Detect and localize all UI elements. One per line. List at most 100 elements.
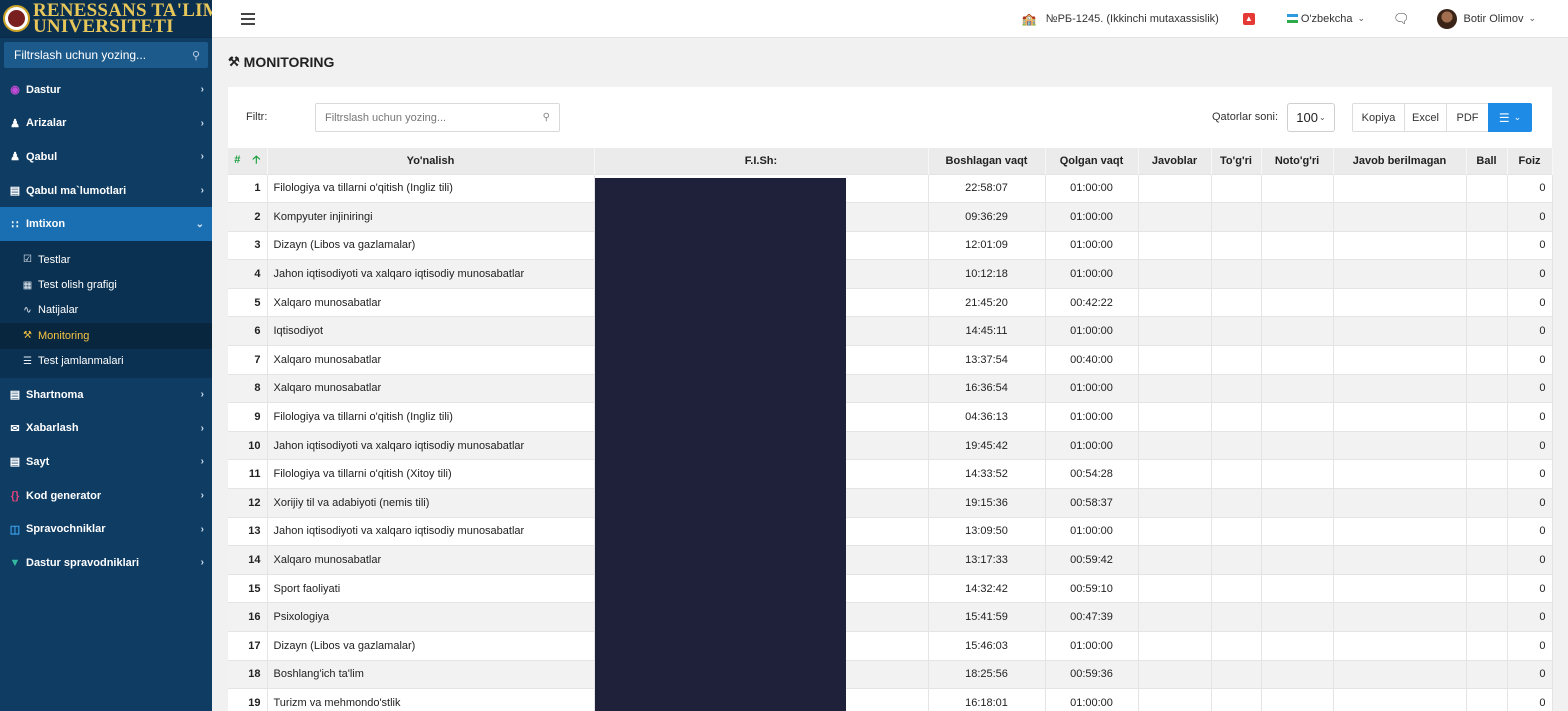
column-header-number[interactable]: # 🡡 — [228, 148, 268, 174]
table-row[interactable]: 14 Xalqaro munosabatlar 13:17:33 00:59:42 0 — [228, 545, 1553, 575]
sidebar-item-dastur-spravodniklari[interactable]: ▼ Dastur spravodniklari › — [0, 546, 212, 580]
rows-count-select[interactable]: 100 ⌄ — [1287, 103, 1335, 132]
chevron-right-icon: › — [200, 117, 204, 129]
column-header-fish[interactable]: F.I.Sh: — [594, 148, 929, 174]
table-row[interactable]: 4 Jahon iqtisodiyoti va xalqaro iqtisodiy… — [228, 259, 1553, 289]
column-header-yonalish[interactable]: Yo'nalish — [267, 148, 595, 174]
chevron-down-icon: ⌄ — [1357, 13, 1366, 23]
menu-toggle-icon[interactable] — [241, 12, 255, 25]
cell-yonalish: Jahon iqtisodiyoti va xalqaro iqtisodiy … — [267, 516, 595, 546]
column-header-time-left[interactable]: Qolgan vaqt — [1045, 148, 1139, 174]
cell-score — [1466, 688, 1508, 711]
pdf-button[interactable]: PDF — [1446, 103, 1489, 132]
column-visibility-button[interactable]: ☰ ⌄ — [1488, 103, 1532, 132]
cell-time-left: 01:00:00 — [1045, 402, 1139, 432]
monitoring-icon: ⚒ — [228, 54, 240, 69]
table-row[interactable]: 7 Xalqaro munosabatlar 13:37:54 00:40:00 0 — [228, 345, 1553, 375]
cell-number: 10 — [228, 430, 268, 460]
language-selector[interactable]: O'zbekcha ⌄ — [1286, 12, 1366, 25]
table-header-row: # 🡡 Yo'nalish F.I.Sh: Boshlagan vaqt Qolg… — [228, 148, 1553, 174]
cell-time-left: 01:00:00 — [1045, 230, 1139, 260]
cell-answers — [1138, 202, 1212, 232]
table-row[interactable]: 15 Sport faoliyati 14:32:42 00:59:10 0 — [228, 573, 1553, 603]
language-label: O'zbekcha — [1300, 12, 1353, 25]
table-row[interactable]: 2 Kompyuter injiniringi 09:36:29 01:00:00 0 — [228, 202, 1553, 232]
sidebar-item-qabul[interactable]: ♟ Qabul › — [0, 140, 212, 174]
cell-incorrect — [1261, 631, 1334, 661]
table-row[interactable]: 5 Xalqaro munosabatlar 21:45:20 00:42:22 0 — [228, 287, 1553, 317]
copy-button[interactable]: Kopiya — [1352, 103, 1405, 132]
sidebar-item-kod-generator[interactable]: {} Kod generator › — [0, 479, 212, 513]
cell-percent: 0 — [1507, 602, 1553, 632]
table-row[interactable]: 9 Filologiya va tillarni o'qitish (Ingliz… — [228, 402, 1553, 432]
table-row[interactable]: 6 Iqtisodiyot 14:45:11 01:00:00 0 — [228, 316, 1553, 346]
column-header-correct[interactable]: To'g'ri — [1211, 148, 1262, 174]
search-icon[interactable]: ⚲ — [192, 49, 200, 62]
cell-percent: 0 — [1507, 516, 1553, 546]
cell-incorrect — [1261, 688, 1334, 711]
cell-start-time: 19:45:42 — [928, 430, 1046, 460]
sidebar-subitem-monitoring[interactable]: ⚒ Monitoring — [0, 323, 212, 349]
chevron-right-icon: › — [200, 523, 204, 535]
sidebar-item-shartnoma[interactable]: ▤ Shartnoma › — [0, 378, 212, 412]
export-buttons: Kopiya Excel PDF ☰ ⌄ — [1352, 103, 1532, 132]
cell-correct — [1211, 545, 1262, 575]
table-row[interactable]: 3 Dizayn (Libos va gazlamalar) 12:01:09 01:… — [228, 230, 1553, 260]
column-header-incorrect[interactable]: Noto'g'ri — [1261, 148, 1334, 174]
presentation-icon[interactable]: ▲ — [1242, 12, 1255, 25]
table-row[interactable]: 13 Jahon iqtisodiyoti va xalqaro iqtisodi… — [228, 516, 1553, 546]
sort-up-icon[interactable]: 🡡 — [252, 154, 260, 166]
brand[interactable]: RENESSANS TA'LIM UNIVERSITETI — [0, 0, 221, 38]
sidebar-subitem-natijalar[interactable]: ∿ Natijalar — [0, 298, 212, 323]
excel-button[interactable]: Excel — [1404, 103, 1447, 132]
table-row[interactable]: 16 Psixologiya 15:41:59 00:47:39 0 — [228, 602, 1553, 632]
chart-line-icon: ∿ — [23, 304, 32, 316]
table-row[interactable]: 1 Filologiya va tillarni o'qitish (Ingliz… — [228, 173, 1553, 203]
sidebar-subitem-test-olish-grafigi[interactable]: ▦ Test olish grafigi — [0, 272, 212, 297]
cell-start-time: 15:41:59 — [928, 602, 1046, 632]
sidebar-subitem-test-jamlanmalari[interactable]: ☰ Test jamlanmalari — [0, 349, 212, 374]
cell-correct — [1211, 373, 1262, 403]
sidebar-item-label: Shartnoma — [26, 388, 84, 401]
table-row[interactable]: 19 Turizm va mehmondo'stlik 16:18:01 01:00:… — [228, 688, 1553, 711]
table-row[interactable]: 10 Jahon iqtisodiyoti va xalqaro iqtisodi… — [228, 430, 1553, 460]
table-row[interactable]: 17 Dizayn (Libos va gazlamalar) 15:46:03 01… — [228, 631, 1553, 661]
sidebar-item-arizalar[interactable]: ♟ Arizalar › — [0, 107, 212, 141]
column-header-start-time[interactable]: Boshlagan vaqt — [928, 148, 1046, 174]
table-row[interactable]: 18 Boshlang'ich ta'lim 18:25:56 00:59:36 0 — [228, 659, 1553, 689]
cell-answers — [1138, 373, 1212, 403]
cell-incorrect — [1261, 545, 1334, 575]
cell-start-time: 14:33:52 — [928, 459, 1046, 489]
cell-correct — [1211, 173, 1262, 203]
table-row[interactable]: 8 Xalqaro munosabatlar 16:36:54 01:00:00 0 — [228, 373, 1553, 403]
search-icon[interactable]: ⚲ — [543, 112, 550, 123]
sidebar-item-dastur[interactable]: ◉ Dastur › — [0, 73, 212, 107]
cell-start-time: 12:01:09 — [928, 230, 1046, 260]
sidebar-search-input[interactable] — [14, 48, 192, 62]
column-header-percent[interactable]: Foiz — [1507, 148, 1553, 174]
filter-input[interactable] — [325, 111, 543, 124]
chat-icon[interactable]: 🗨 — [1393, 11, 1410, 27]
table-row[interactable]: 12 Xorijiy til va adabiyoti (nemis tili) 1… — [228, 488, 1553, 518]
cell-time-left: 00:58:37 — [1045, 488, 1139, 518]
user-menu[interactable]: Botir Olimov ⌄ — [1436, 8, 1536, 29]
cell-score — [1466, 345, 1508, 375]
cell-number: 1 — [228, 173, 268, 203]
sidebar-item-imtixon[interactable]: ∷ Imtixon ⌄ — [0, 207, 212, 241]
cell-percent: 0 — [1507, 345, 1553, 375]
sidebar-subitem-testlar[interactable]: ☑ Testlar — [0, 247, 212, 272]
cell-number: 18 — [228, 659, 268, 689]
organization-selector[interactable]: 🏫 №РБ-1245. (Ikkinchi mutaxassislik) — [1022, 12, 1219, 26]
column-header-unanswered[interactable]: Javob berilmagan — [1333, 148, 1467, 174]
column-header-answers[interactable]: Javoblar — [1138, 148, 1212, 174]
table-row[interactable]: 11 Filologiya va tillarni o'qitish (Xitoy… — [228, 459, 1553, 489]
sidebar-subitem-label: Test jamlanmalari — [38, 355, 124, 368]
cell-number: 7 — [228, 345, 268, 375]
cell-start-time: 13:37:54 — [928, 345, 1046, 375]
cell-number: 17 — [228, 631, 268, 661]
sidebar-item-spravochniklar[interactable]: ◫ Spravochniklar › — [0, 512, 212, 546]
sidebar-item-qabul-ma-lumotlari[interactable]: ▤ Qabul ma`lumotlari › — [0, 174, 212, 208]
sidebar-item-sayt[interactable]: ▤ Sayt › — [0, 445, 212, 479]
column-header-score[interactable]: Ball — [1466, 148, 1508, 174]
sidebar-item-xabarlash[interactable]: ✉ Xabarlash › — [0, 412, 212, 446]
